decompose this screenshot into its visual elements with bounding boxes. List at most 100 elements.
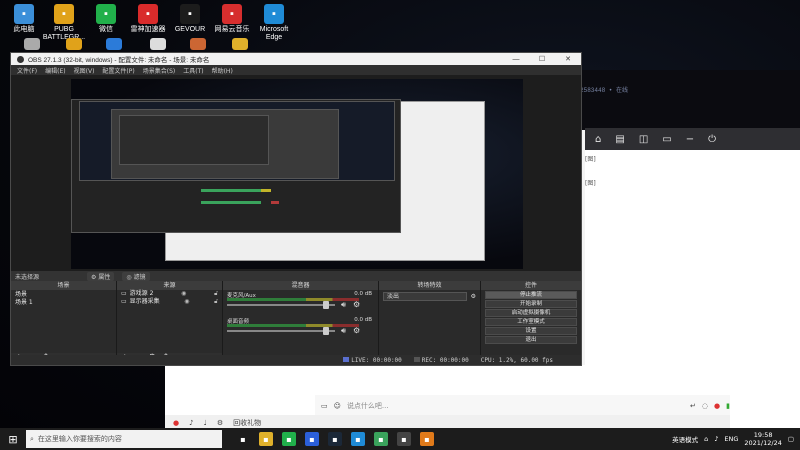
volume-fader[interactable]	[227, 304, 335, 306]
fader-handle[interactable]	[323, 301, 329, 309]
speaker-icon[interactable]: 🔊︎	[341, 326, 346, 336]
obs-window: OBS 27.1.3 (32-bit, windows) - 配置文件: 未命名…	[10, 52, 582, 366]
fader-handle[interactable]	[323, 327, 329, 335]
settings-button[interactable]: 设置	[485, 327, 577, 335]
obs-preview	[11, 75, 581, 271]
app2-icon[interactable]	[218, 38, 262, 52]
gear-icon[interactable]: ⚙	[471, 293, 476, 300]
recycle-bin-icon[interactable]	[10, 38, 54, 52]
transition-select[interactable]: 淡出	[383, 292, 467, 301]
desktop-icon[interactable]: ▪ GEVOUR	[168, 4, 212, 34]
task-view-icon[interactable]: ▪	[236, 432, 250, 446]
properties-button[interactable]: ⚙ 属性	[87, 271, 115, 281]
source-item[interactable]: ▭ 游戏源 2 ◉ 🔓︎	[117, 290, 222, 298]
mic-icon[interactable]: ♩	[204, 419, 207, 427]
source-item[interactable]: ▭ 显示器采集 ◉ 🔓︎	[117, 298, 222, 306]
desktop-icon[interactable]: ▪ 雷神加速器	[126, 4, 170, 34]
chat-bubble-icon[interactable]: ▪	[305, 432, 319, 446]
eye-icon[interactable]: ◉	[184, 298, 189, 306]
menu-item[interactable]: 帮助(H)	[212, 66, 233, 75]
lock-icon[interactable]: 🔓︎	[214, 290, 218, 298]
signal-icon: ▮	[726, 402, 730, 410]
app-icon-glyph	[150, 38, 166, 50]
taskbar-apps: ▪ ▪ ▪ ▪ ▪ ▪ ▪ ▪ ▪	[236, 432, 434, 446]
desktop-icon[interactable]: ▪ Microsoft Edge	[252, 4, 296, 42]
app-task-icon[interactable]: ▪	[420, 432, 434, 446]
scene-item[interactable]: 场景	[11, 290, 116, 298]
source-label: 显示器采集	[129, 298, 160, 305]
gear-icon[interactable]: ⚙	[353, 326, 360, 335]
steam-icon[interactable]: ▪	[328, 432, 342, 446]
virtual-camera-button[interactable]: 启动虚拟摄像机	[485, 309, 577, 317]
ime-indicator[interactable]: ENG	[724, 435, 738, 443]
menu-item[interactable]: 编辑(E)	[45, 66, 65, 75]
eye-icon[interactable]: ◉	[181, 290, 186, 298]
game-icon-glyph	[66, 38, 82, 50]
start-button[interactable]: ⊞	[0, 428, 26, 450]
game-icon[interactable]	[52, 38, 96, 52]
grid-icon[interactable]: ▤	[615, 134, 624, 145]
volume-meter	[227, 298, 359, 301]
folder-icon-glyph	[190, 38, 206, 50]
close-icon[interactable]: ✕	[555, 55, 581, 63]
maximize-icon[interactable]: ☐	[529, 55, 555, 63]
minimize-icon[interactable]: —	[503, 56, 529, 63]
enter-icon[interactable]: ↵	[690, 402, 696, 410]
speaker-icon[interactable]: ♪	[189, 419, 193, 427]
gift-recycle-label[interactable]: 回收礼物	[233, 418, 261, 428]
scene-item[interactable]: 场景 1	[11, 298, 116, 306]
wechat-task-icon[interactable]: ▪	[282, 432, 296, 446]
stop-streaming-button[interactable]: 停止推流	[485, 291, 577, 299]
studio-mode-button[interactable]: 工作室模式	[485, 318, 577, 326]
menu-item[interactable]: 视图(V)	[74, 66, 95, 75]
desktop-icon-label: 微信	[99, 26, 113, 33]
minus-icon[interactable]: −	[686, 134, 694, 145]
file-explorer-icon[interactable]: ▪	[259, 432, 273, 446]
clock[interactable]: 19:58 2021/12/24	[744, 431, 781, 447]
notification-icon[interactable]: ▢	[788, 435, 794, 443]
menu-item[interactable]: 文件(F)	[17, 66, 37, 75]
app-icon[interactable]	[136, 38, 180, 52]
volume-icon[interactable]: ♪	[714, 435, 718, 443]
track-db: 0.0 dB	[354, 291, 372, 297]
tray-mode[interactable]: 英语模式	[672, 434, 698, 444]
volume-fader[interactable]	[227, 330, 335, 332]
menu-item[interactable]: 工具(T)	[183, 66, 203, 75]
exit-button[interactable]: 退出	[485, 336, 577, 344]
filters-button[interactable]: ◎ 滤镜	[122, 271, 150, 281]
monitor-icon[interactable]: ▪	[374, 432, 388, 446]
chrome-icon[interactable]	[92, 38, 136, 52]
folder-icon[interactable]	[176, 38, 220, 52]
desktop-icon[interactable]: ▪ 此电脑	[2, 4, 46, 34]
message-icon[interactable]: ◌	[702, 402, 708, 410]
content-line: [图]	[585, 156, 596, 163]
gamepad-icon[interactable]: ▭	[321, 402, 328, 410]
chat-input[interactable]: 说点什么吧...	[347, 399, 684, 413]
red-dot-icon: ●	[714, 402, 721, 410]
desktop-icon[interactable]: ▪ 微信	[84, 4, 128, 34]
home-icon[interactable]: ⌂	[595, 134, 601, 145]
desktop-icon[interactable]: ▪ PUBG BATTLEGR...	[42, 4, 86, 42]
taskbar-search[interactable]: ⌕ 在这里输入你要搜索的内容	[26, 430, 222, 448]
start-recording-button[interactable]: 开始录制	[485, 300, 577, 308]
transitions-title: 转场特效	[379, 281, 480, 290]
settings-icon[interactable]: ⚙	[217, 419, 223, 427]
nested-obs-3	[119, 115, 269, 165]
network-icon[interactable]: ⌂	[704, 435, 708, 443]
menu-item[interactable]: 场景集合(S)	[143, 66, 176, 75]
speaker-icon[interactable]: 🔊︎	[341, 300, 346, 310]
monitor-icon: ▭	[121, 298, 127, 305]
desktop-icon[interactable]: ▪ 网易云音乐	[210, 4, 254, 34]
edge-task-icon[interactable]: ▪	[351, 432, 365, 446]
obs-task-icon[interactable]: ▪	[397, 432, 411, 446]
emoji-icon[interactable]: ☺	[334, 402, 341, 410]
gamepad-icon[interactable]: ◫	[639, 134, 648, 145]
monitor-icon: ▭	[121, 290, 127, 297]
window-icon[interactable]: ▭	[662, 134, 671, 145]
mixer-dock: 混音器 麦克风/Aux 0.0 dB 🔊︎ ⚙ 桌面音频 0.0 dB 🔊︎ ⚙	[223, 281, 379, 363]
gear-icon[interactable]: ⚙	[353, 300, 360, 309]
menu-item[interactable]: 配置文件(P)	[102, 66, 134, 75]
avatar-icon[interactable]: ●	[173, 419, 179, 427]
lock-icon[interactable]: 🔓︎	[214, 298, 218, 306]
power-icon[interactable]: ⏻	[708, 134, 716, 145]
